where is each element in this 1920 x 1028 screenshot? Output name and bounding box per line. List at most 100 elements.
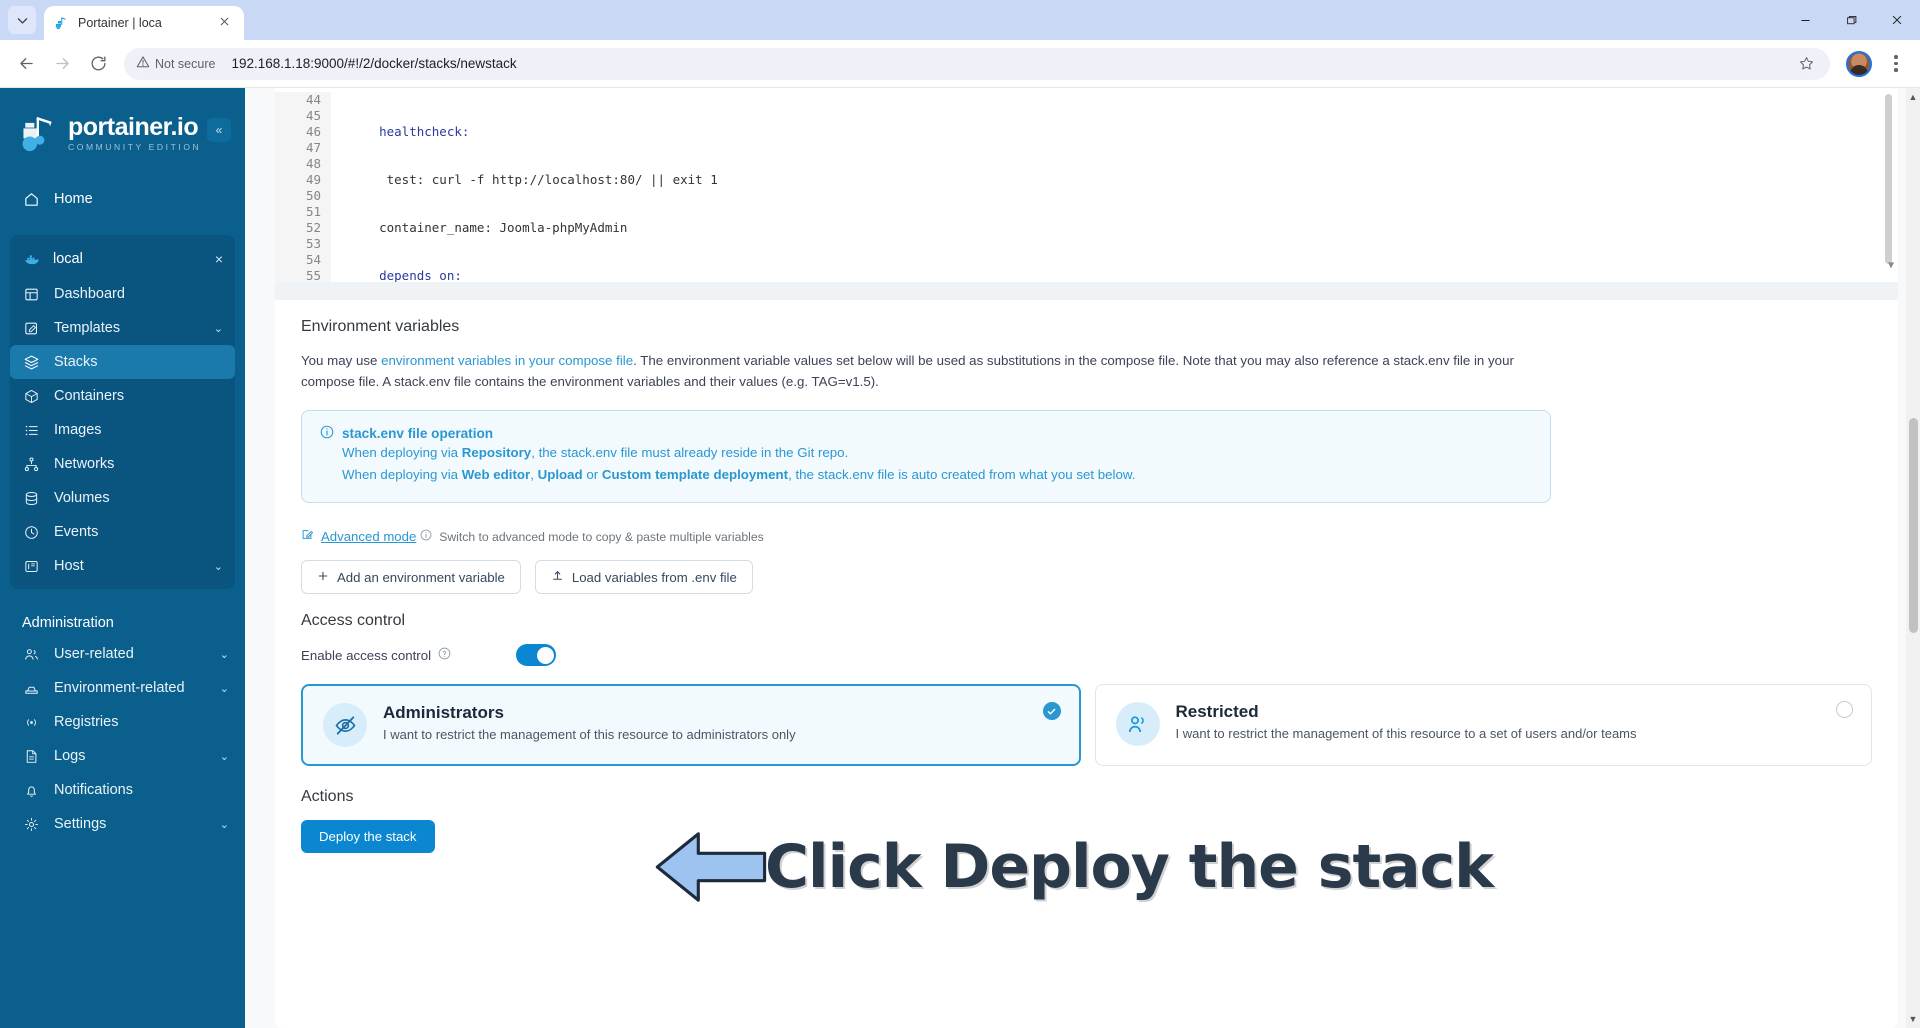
chevron-down-icon[interactable] (8, 6, 36, 34)
sidebar-item-containers[interactable]: Containers (10, 379, 235, 413)
chevron-down-icon[interactable]: ⌄ (220, 648, 229, 661)
chevron-down-icon[interactable]: ⌄ (220, 750, 229, 763)
sidebar-item-dashboard[interactable]: Dashboard (10, 277, 235, 311)
forward-arrow-icon[interactable] (46, 48, 78, 80)
line2-part-g: , the stack.env file is auto created fro… (788, 467, 1136, 482)
page-scrollbar-thumb[interactable] (1909, 418, 1918, 633)
scroll-down-arrow-icon[interactable]: ▼ (1908, 1014, 1918, 1024)
app-root: portainer.io COMMUNITY EDITION « Home lo… (0, 88, 1920, 1028)
line-number-gutter: 44 45 46 47 48 49 50 51 52 53 54 55 (275, 92, 331, 282)
load-variables-label: Load variables from .env file (571, 569, 737, 585)
browser-tab[interactable]: Portainer | loca (44, 6, 244, 40)
environment-icon (22, 679, 40, 697)
env-var-buttons: Add an environment variable Load variabl… (301, 560, 1872, 594)
access-card-description: I want to restrict the management of thi… (1175, 726, 1637, 741)
star-icon[interactable] (1794, 52, 1818, 76)
window-controls (1782, 0, 1920, 40)
chevron-down-icon[interactable]: ⌄ (220, 818, 229, 831)
advanced-mode-link[interactable]: Advanced mode (301, 528, 416, 544)
minimize-icon[interactable] (1782, 0, 1828, 40)
sidebar-item-registries[interactable]: Registries (0, 705, 245, 739)
sidebar-item-volumes[interactable]: Volumes (10, 481, 235, 515)
line2-custom-template: Custom template deployment (601, 467, 789, 482)
registries-icon (22, 713, 40, 731)
sidebar-item-label: Logs (54, 748, 86, 764)
scroll-up-arrow-icon[interactable]: ▲ (1908, 92, 1918, 102)
sidebar-item-logs[interactable]: Logs ⌄ (0, 739, 245, 773)
line2-part-a: When deploying via (342, 467, 462, 482)
chevron-down-icon[interactable]: ⌄ (214, 322, 223, 335)
sidebar-item-home[interactable]: Home (0, 181, 245, 217)
dashboard-icon (22, 285, 40, 303)
back-arrow-icon[interactable] (10, 48, 42, 80)
home-icon (22, 190, 40, 208)
access-control-section: Access control Enable access control Adm… (275, 612, 1898, 766)
brand-subtitle: COMMUNITY EDITION (68, 142, 202, 153)
load-variables-from-env-button[interactable]: Load variables from .env file (534, 560, 753, 594)
containers-icon (22, 387, 40, 405)
line-number: 46 (305, 124, 321, 139)
info-circle-icon (320, 425, 334, 442)
radio-empty-icon[interactable] (1836, 701, 1853, 718)
sidebar: portainer.io COMMUNITY EDITION « Home lo… (0, 88, 245, 1028)
stack-env-infobox: stack.env file operation When deploying … (301, 410, 1551, 503)
chevron-down-icon[interactable]: ▼ (1888, 258, 1894, 274)
sidebar-item-images[interactable]: Images (10, 413, 235, 447)
sidebar-item-user-related[interactable]: User-related ⌄ (0, 637, 245, 671)
access-card-restricted[interactable]: Restricted I want to restrict the manage… (1094, 684, 1872, 766)
access-card-administrators[interactable]: Administrators I want to restrict the ma… (301, 684, 1081, 766)
close-icon[interactable]: × (215, 251, 223, 267)
editor-scrollbar-thumb[interactable] (1885, 94, 1892, 264)
chevron-down-icon[interactable]: ⌄ (220, 682, 229, 695)
kebab-menu-icon[interactable] (1882, 48, 1910, 80)
enable-access-control-label: Enable access control (301, 647, 432, 663)
code-lines[interactable]: healthcheck: test: curl -f http://localh… (331, 92, 1898, 282)
sidebar-item-networks[interactable]: Networks (10, 447, 235, 481)
security-label: Not secure (155, 56, 216, 71)
question-circle-icon[interactable] (438, 647, 451, 663)
networks-icon (22, 455, 40, 473)
maximize-icon[interactable] (1828, 0, 1874, 40)
compose-env-vars-link[interactable]: environment variables in your compose fi… (381, 353, 633, 368)
sidebar-item-stacks[interactable]: Stacks (10, 345, 235, 379)
code-line-text: healthcheck: (379, 124, 470, 139)
sidebar-item-label: Notifications (54, 782, 133, 798)
access-control-cards: Administrators I want to restrict the ma… (301, 684, 1872, 766)
line-number: 52 (305, 220, 321, 235)
tab-search-area (0, 0, 44, 40)
reload-icon[interactable] (82, 48, 114, 80)
window-close-icon[interactable] (1874, 0, 1920, 40)
sidebar-item-label: Events (54, 524, 99, 540)
enable-access-control-toggle[interactable] (516, 644, 556, 666)
events-icon (22, 523, 40, 541)
desc-part-1: You may use (301, 353, 382, 368)
close-icon[interactable] (218, 15, 234, 31)
sidebar-item-environment-related[interactable]: Environment-related ⌄ (0, 671, 245, 705)
sidebar-item-settings[interactable]: Settings ⌄ (0, 807, 245, 841)
chevron-down-icon[interactable]: ⌄ (214, 560, 223, 573)
line2-part-c: , (530, 467, 538, 482)
editor-footer (275, 282, 1898, 300)
add-environment-variable-button[interactable]: Add an environment variable (301, 560, 521, 594)
code-line: test: curl -f http://localhost:80/ || ex… (349, 172, 1898, 188)
warning-triangle-icon (136, 55, 150, 72)
sidebar-environment-selector[interactable]: local × (10, 241, 235, 277)
templates-icon (22, 319, 40, 337)
access-card-description: I want to restrict the management of thi… (383, 727, 796, 742)
section-title-access-control: Access control (301, 612, 406, 629)
sidebar-item-templates[interactable]: Templates ⌄ (10, 311, 235, 345)
security-indicator[interactable]: Not secure (136, 55, 223, 72)
sidebar-item-label: Environment-related (54, 680, 185, 696)
deploy-the-stack-button[interactable]: Deploy the stack (301, 820, 435, 853)
page-scrollbar[interactable]: ▲ ▼ (1906, 88, 1920, 1028)
sidebar-collapse-button[interactable]: « (207, 118, 231, 142)
code-editor-area[interactable]: 44 45 46 47 48 49 50 51 52 53 54 55 heal… (275, 88, 1898, 282)
sidebar-item-host[interactable]: Host ⌄ (10, 549, 235, 583)
advanced-mode-hint-label: Switch to advanced mode to copy & paste … (439, 529, 764, 544)
check-icon[interactable] (1042, 702, 1061, 720)
compose-editor[interactable]: 44 45 46 47 48 49 50 51 52 53 54 55 heal… (275, 88, 1898, 300)
avatar[interactable] (1846, 50, 1872, 77)
sidebar-item-events[interactable]: Events (10, 515, 235, 549)
sidebar-item-notifications[interactable]: Notifications (0, 773, 245, 807)
address-bar[interactable]: Not secure 192.168.1.18:9000/#!/2/docker… (124, 47, 1830, 80)
